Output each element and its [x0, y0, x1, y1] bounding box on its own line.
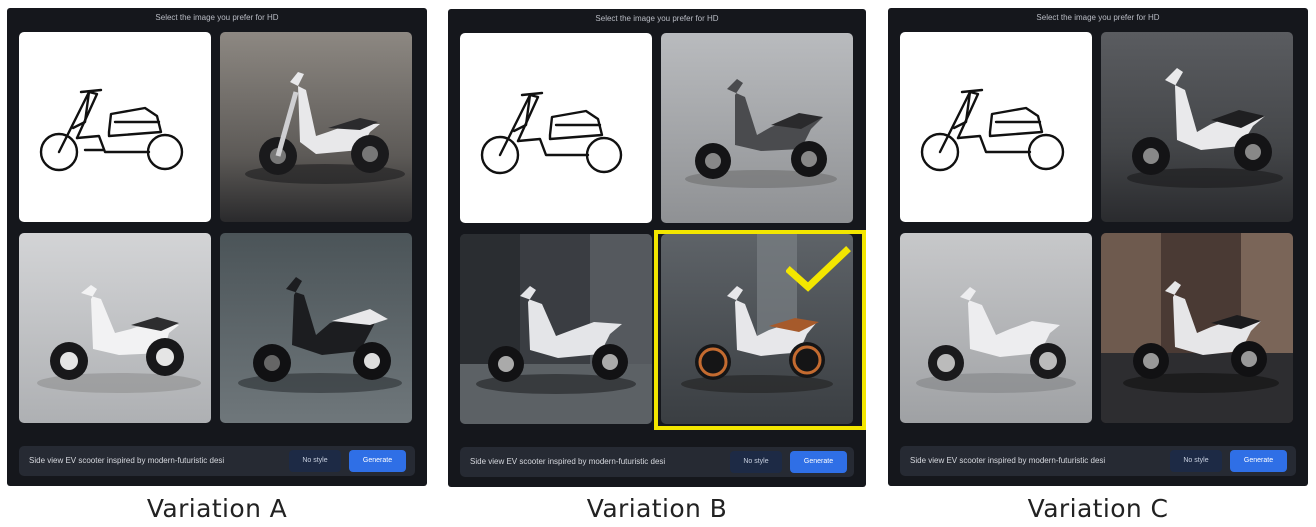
prompt-input[interactable]: Side view EV scooter inspired by modern-…: [29, 456, 287, 465]
variation-a-panel: Select the image you prefer for HD Side …: [7, 8, 427, 486]
prompt-bar: Side view EV scooter inspired by modern-…: [19, 446, 415, 476]
sketch-tile[interactable]: [460, 33, 652, 223]
variation-a-caption: Variation A: [146, 494, 288, 523]
scooter-render-tile[interactable]: [1101, 233, 1293, 423]
scooter-render-tile[interactable]: [460, 234, 652, 424]
variation-c-panel: Select the image you prefer for HD Side …: [888, 8, 1308, 486]
scooter-render-tile[interactable]: [19, 233, 211, 423]
sketch-tile[interactable]: [900, 32, 1092, 222]
prompt-bar: Side view EV scooter inspired by modern-…: [900, 446, 1296, 476]
generate-button[interactable]: Generate: [1230, 450, 1287, 472]
style-selector-button[interactable]: No style: [730, 451, 782, 473]
instruction-text: Select the image you prefer for HD: [595, 14, 719, 23]
style-selector-button[interactable]: No style: [1170, 450, 1222, 472]
scooter-render-tile[interactable]: [220, 233, 412, 423]
scooter-render-tile[interactable]: [220, 32, 412, 222]
generate-button[interactable]: Generate: [349, 450, 406, 472]
generate-button[interactable]: Generate: [790, 451, 847, 473]
scooter-render-tile[interactable]: [661, 33, 853, 223]
scooter-render-tile[interactable]: [1101, 32, 1293, 222]
prompt-input[interactable]: Side view EV scooter inspired by modern-…: [910, 456, 1168, 465]
instruction-text: Select the image you prefer for HD: [1036, 13, 1160, 22]
variation-b-panel: Select the image you prefer for HD Side …: [448, 9, 866, 487]
variation-c-caption: Variation C: [1027, 494, 1169, 523]
style-selector-button[interactable]: No style: [289, 450, 341, 472]
checkmark-icon: [786, 246, 851, 292]
prompt-input[interactable]: Side view EV scooter inspired by modern-…: [470, 457, 728, 466]
sketch-tile[interactable]: [19, 32, 211, 222]
scooter-render-tile[interactable]: [900, 233, 1092, 423]
instruction-text: Select the image you prefer for HD: [155, 13, 279, 22]
prompt-bar: Side view EV scooter inspired by modern-…: [460, 447, 854, 477]
variation-b-caption: Variation B: [586, 494, 728, 523]
